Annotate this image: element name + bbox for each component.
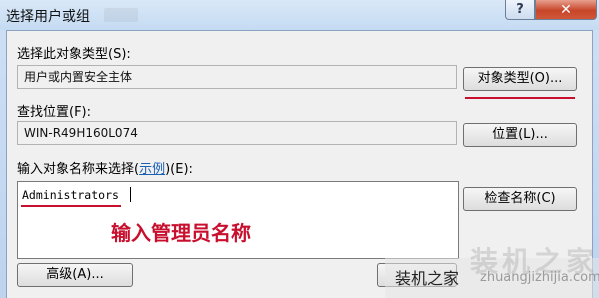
names-underline — [21, 205, 121, 207]
location-field: WIN-R49H160L074 — [17, 121, 457, 145]
object-type-label: 选择此对象类型(S): — [17, 47, 131, 62]
location-label: 查找位置(F): — [17, 105, 92, 120]
check-names-button[interactable]: 检查名称(C) — [463, 187, 577, 211]
dialog-window: 选择用户或组 ? ✕ 选择此对象类型(S): 用户或内置安全主体 对象类型(O)… — [0, 0, 599, 298]
watermark-text: 装机之家 — [395, 269, 460, 288]
object-names-value: Administrators — [22, 188, 119, 202]
object-types-underline — [465, 97, 575, 99]
advanced-button[interactable]: 高级(A)... — [17, 263, 133, 287]
names-label-suffix: )(E): — [165, 162, 193, 177]
window-title: 选择用户或组 — [6, 9, 90, 25]
names-label: 输入对象名称来选择(示例)(E): — [17, 158, 193, 177]
object-types-button[interactable]: 对象类型(O)... — [463, 67, 577, 91]
help-button[interactable]: ? — [505, 0, 535, 20]
title-bar-ghost — [104, 8, 138, 22]
object-type-field: 用户或内置安全主体 — [17, 65, 457, 89]
text-caret — [130, 187, 131, 202]
title-bar[interactable]: 选择用户或组 ? ✕ — [0, 0, 599, 30]
examples-link[interactable]: 示例 — [139, 162, 165, 177]
watermark-url: zhuangjizhijia.com — [480, 270, 599, 285]
annotation-text: 输入管理员名称 — [111, 221, 251, 245]
help-icon: ? — [516, 2, 524, 17]
close-button[interactable]: ✕ — [535, 0, 597, 20]
names-label-prefix: 输入对象名称来选择( — [17, 162, 140, 177]
close-icon: ✕ — [560, 1, 572, 18]
locations-button[interactable]: 位置(L)... — [463, 123, 577, 147]
